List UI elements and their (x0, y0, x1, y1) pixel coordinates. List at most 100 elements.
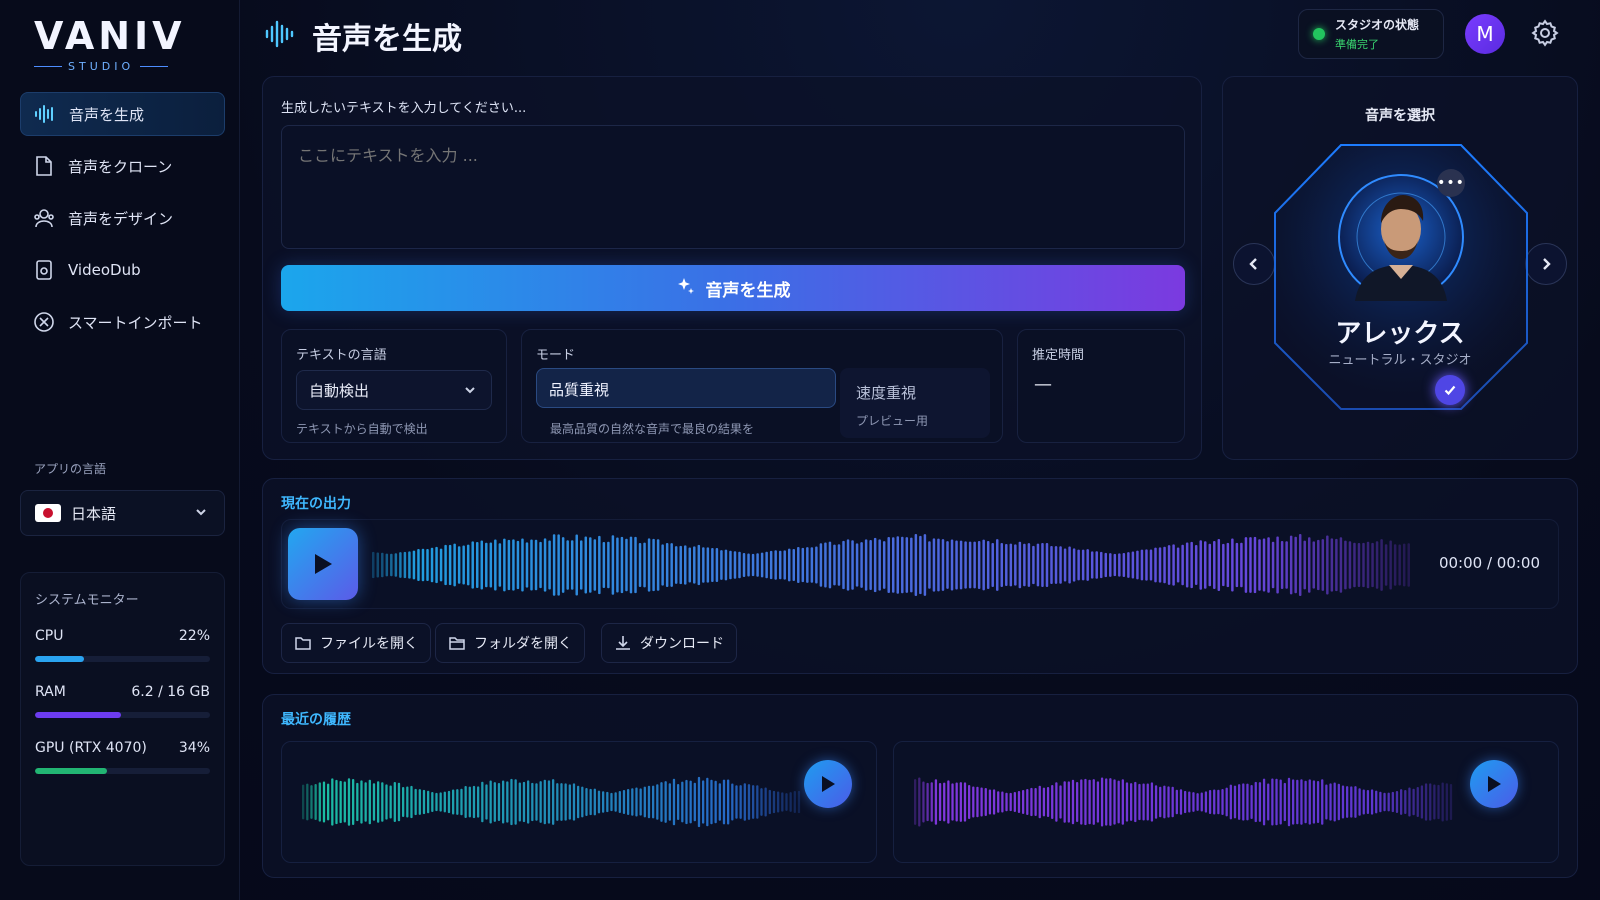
history-play-button[interactable] (1470, 760, 1518, 808)
waveform-bar (1339, 537, 1343, 593)
generate-button[interactable]: 音声を生成 (281, 265, 1185, 311)
waveform-bar (896, 536, 900, 594)
waveform-bar (1321, 779, 1324, 825)
system-monitor: システムモニター CPU 22% RAM 6.2 / 16 GB GPU (RTX … (20, 572, 225, 866)
waveform-bar (418, 789, 421, 815)
download-button[interactable]: ダウンロード (601, 623, 737, 663)
waveform-bar (1199, 540, 1202, 590)
waveform-bar (1262, 538, 1266, 592)
text-input-area[interactable] (281, 125, 1185, 249)
prev-voice-button[interactable] (1233, 243, 1275, 285)
waveform-bar (665, 542, 669, 588)
waveform-bar (1063, 548, 1067, 582)
waveform-bar (1294, 536, 1297, 594)
waveform-bar (672, 778, 676, 826)
waveform-bar (444, 544, 447, 586)
gear-icon[interactable] (1530, 18, 1560, 52)
waveform-bar (575, 534, 578, 596)
waveform-bar (977, 541, 981, 589)
waveform-bar (760, 552, 764, 578)
waveform-bar (453, 543, 456, 587)
waveform-bar (631, 788, 634, 816)
gpu-bar-fill (35, 768, 107, 774)
waveform-bar (1041, 542, 1044, 588)
waveform-bar (1271, 778, 1274, 826)
waveform-bar (1298, 534, 1302, 596)
waveform-bar (1354, 786, 1357, 818)
app-language-label: アプリの言語 (34, 462, 107, 476)
waveform-bar (560, 783, 563, 821)
waveform-bar (1192, 792, 1195, 812)
waveform-bar (518, 782, 521, 822)
waveform-bar (824, 542, 827, 588)
waveform-bar (618, 791, 621, 813)
waveform-bar (514, 779, 517, 825)
next-voice-button[interactable] (1525, 243, 1567, 285)
waveform-bar (781, 792, 784, 812)
waveform-display[interactable] (372, 530, 1412, 600)
waveform-bar (1433, 784, 1436, 820)
waveform-bar (788, 548, 791, 582)
history-waveform (302, 776, 801, 828)
voice-options-button[interactable]: ••• (1437, 169, 1465, 197)
waveform-bar (506, 781, 509, 823)
history-item[interactable] (893, 741, 1559, 863)
waveform-bar (739, 785, 742, 819)
waveform-bar (718, 783, 721, 821)
waveform-bar (577, 785, 580, 819)
waveform-bar (851, 540, 854, 590)
file-icon (295, 637, 311, 650)
open-folder-button[interactable]: フォルダを開く (435, 623, 585, 663)
cpu-bar-fill (35, 656, 84, 662)
waveform-bar (930, 782, 933, 822)
history-item[interactable] (281, 741, 877, 863)
waveform-bar (589, 537, 592, 593)
sidebar-item-design[interactable]: 音声をデザイン (20, 196, 225, 240)
waveform-bar (1271, 541, 1275, 589)
mode-speed-option[interactable]: 速度重視 プレビュー用 (840, 368, 990, 438)
waveform-bar (1317, 539, 1320, 591)
waveform-bar (764, 787, 767, 817)
app-language-select[interactable]: 日本語 (20, 490, 225, 536)
waveform-bar (639, 788, 642, 816)
text-language-select[interactable]: 自動検出 (296, 370, 492, 410)
waveform-bar (1383, 792, 1386, 812)
waveform-bar (1235, 542, 1239, 588)
play-button[interactable] (288, 528, 358, 600)
waveform-bar (1344, 540, 1347, 590)
waveform-bar (982, 539, 985, 591)
waveform-bar (561, 537, 565, 593)
sidebar-item-videodub[interactable]: VideoDub (20, 248, 225, 292)
page-title: 音声を生成 (312, 22, 462, 57)
sidebar-item-label: スマートインポート (68, 313, 203, 332)
waveform-bar (1366, 541, 1370, 589)
waveform-bar (568, 784, 571, 820)
waveform-bar (1408, 787, 1411, 817)
waveform-bar (1158, 547, 1162, 583)
history-play-button[interactable] (804, 760, 852, 808)
sidebar-item-generate[interactable]: 音声を生成 (20, 92, 225, 136)
waveform-bar (689, 780, 692, 824)
waveform-bar (393, 782, 396, 822)
user-avatar[interactable]: M (1465, 14, 1505, 54)
waveform-bar (1146, 783, 1149, 821)
waveform-bar (765, 551, 768, 579)
waveform-bar (1312, 541, 1316, 589)
waveform-bar (955, 540, 958, 590)
sidebar-item-import[interactable]: スマートインポート (20, 300, 225, 344)
waveform-bar (1287, 777, 1291, 827)
waveform-bar (996, 539, 999, 591)
waveform-bar (460, 788, 463, 816)
logo-sub-text: STUDIO (68, 60, 135, 73)
mode-quality-option[interactable]: 品質重視 (536, 368, 836, 408)
open-file-button[interactable]: ファイルを開く (281, 623, 431, 663)
waveform-bar (1370, 789, 1374, 815)
waveform-bar (1127, 552, 1130, 578)
waveform-bar (752, 785, 755, 819)
waveform-bar (468, 786, 471, 818)
waveform-bar (502, 780, 505, 824)
waveform-bar (806, 547, 809, 583)
waveform-bar (485, 784, 488, 820)
sidebar-item-clone[interactable]: 音声をクローン (20, 144, 225, 188)
open-folder-label: フォルダを開く (474, 636, 572, 652)
